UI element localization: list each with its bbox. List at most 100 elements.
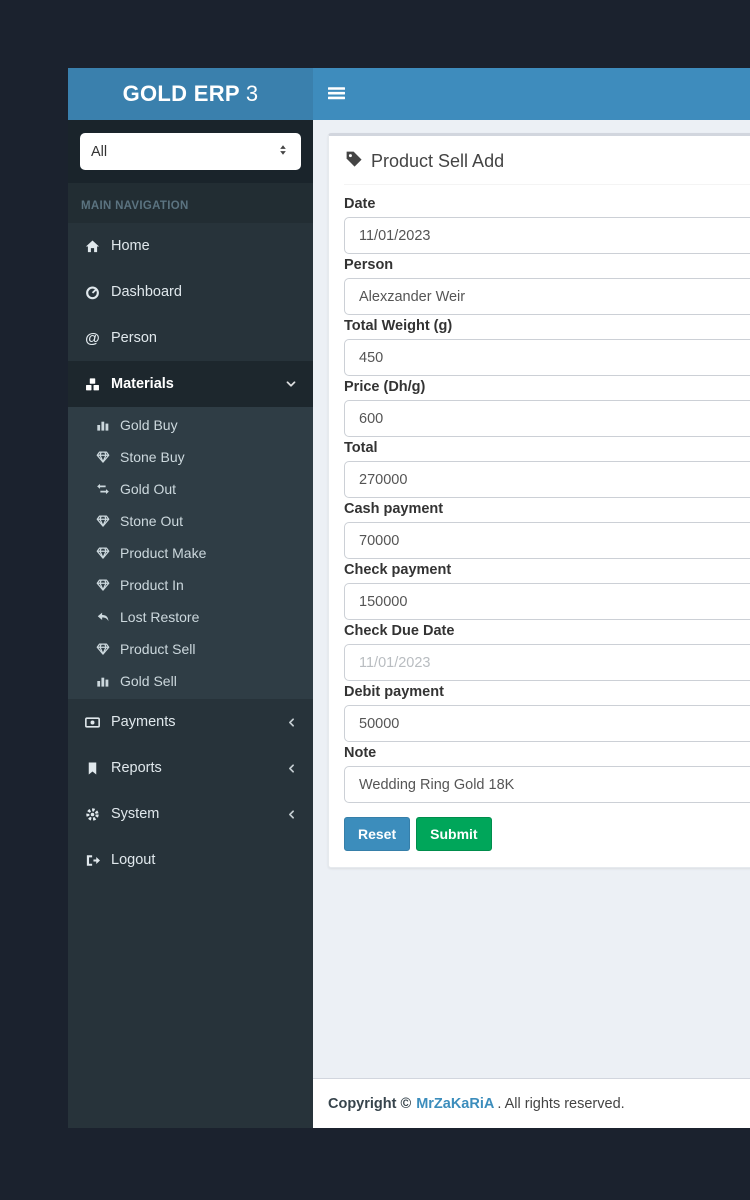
card-header: Product Sell Add — [344, 136, 750, 185]
check-payment-label: Check payment — [344, 562, 750, 578]
sidebar-subitem-label: Stone Out — [120, 513, 183, 529]
price-input[interactable] — [344, 400, 750, 437]
sidebar-subitem-gold-out[interactable]: Gold Out — [68, 473, 313, 505]
total-input[interactable] — [344, 461, 750, 498]
sidebar-item-reports[interactable]: Reports — [68, 745, 313, 791]
category-select[interactable]: All — [80, 133, 301, 170]
person-input[interactable] — [344, 278, 750, 315]
rights-text: . All rights reserved. — [497, 1096, 624, 1112]
sidebar-item-label: Materials — [111, 376, 174, 392]
gear-icon — [83, 807, 102, 822]
form-group-note: Note — [344, 745, 750, 803]
sidebar-item-dashboard[interactable]: Dashboard — [68, 269, 313, 315]
check-due-date-label: Check Due Date — [344, 623, 750, 639]
sidebar-item-logout[interactable]: Logout — [68, 837, 313, 883]
form-group-check-payment: Check payment — [344, 562, 750, 620]
gem-icon — [94, 642, 112, 656]
check-due-date-input[interactable] — [344, 644, 750, 681]
sidebar-subitem-product-sell[interactable]: Product Sell — [68, 633, 313, 665]
up-down-spinner-icon — [276, 142, 290, 162]
sidebar-subitem-product-in[interactable]: Product In — [68, 569, 313, 601]
chevron-left-icon — [285, 808, 298, 821]
sidebar-item-label: Logout — [111, 852, 155, 868]
sidebar-subitem-label: Lost Restore — [120, 609, 199, 625]
materials-submenu: Gold Buy Stone Buy Gold Out — [68, 407, 313, 699]
debit-payment-input[interactable] — [344, 705, 750, 742]
note-input[interactable] — [344, 766, 750, 803]
cash-payment-label: Cash payment — [344, 501, 750, 517]
sidebar-subitem-gold-buy[interactable]: Gold Buy — [68, 409, 313, 441]
person-label: Person — [344, 257, 750, 273]
page-title: Product Sell Add — [371, 151, 504, 172]
author-link[interactable]: MrZaKaRiA — [416, 1096, 494, 1112]
reply-icon — [94, 610, 112, 624]
total-label: Total — [344, 440, 750, 456]
sidebar-item-materials[interactable]: Materials — [68, 361, 313, 407]
page-footer: Copyright © MrZaKaRiA . All rights reser… — [313, 1078, 750, 1128]
form-group-cash-payment: Cash payment — [344, 501, 750, 559]
check-payment-input[interactable] — [344, 583, 750, 620]
sidebar-subitem-product-make[interactable]: Product Make — [68, 537, 313, 569]
chevron-down-icon — [284, 377, 298, 391]
chart-bar-icon — [94, 674, 112, 688]
sidebar-subitem-lost-restore[interactable]: Lost Restore — [68, 601, 313, 633]
sidebar-subitem-label: Stone Buy — [120, 449, 185, 465]
form-group-person: Person — [344, 257, 750, 315]
debit-payment-label: Debit payment — [344, 684, 750, 700]
sidebar-item-system[interactable]: System — [68, 791, 313, 837]
sidebar-section-label: MAIN NAVIGATION — [68, 183, 313, 223]
gem-icon — [94, 546, 112, 560]
sidebar-item-home[interactable]: Home — [68, 223, 313, 269]
exchange-icon — [94, 482, 112, 496]
app-logo[interactable]: GOLD ERP 3 — [68, 68, 313, 120]
at-icon: @ — [83, 331, 102, 346]
submit-button[interactable]: Submit — [416, 817, 491, 851]
sidebar-subitem-label: Product In — [120, 577, 184, 593]
content-area: Product Sell Add Date Person Total We — [313, 120, 750, 1078]
sidebar-item-label: System — [111, 806, 159, 822]
sidebar-item-label: Dashboard — [111, 284, 182, 300]
gem-icon — [94, 514, 112, 528]
sidebar: All MAIN NAVIGATION Home Dashboard — [68, 120, 313, 1128]
sign-out-icon — [83, 853, 102, 868]
bookmark-icon — [83, 761, 102, 776]
sidebar-subitem-stone-buy[interactable]: Stone Buy — [68, 441, 313, 473]
date-input[interactable] — [344, 217, 750, 254]
price-label: Price (Dh/g) — [344, 379, 750, 395]
home-icon — [83, 239, 102, 254]
gem-icon — [94, 578, 112, 592]
note-label: Note — [344, 745, 750, 761]
logo-title: GOLD ERP — [123, 81, 240, 107]
sidebar-filter-strip: All — [68, 120, 313, 183]
app-window: GOLD ERP 3 All — [68, 68, 750, 1128]
reset-button[interactable]: Reset — [344, 817, 410, 851]
sidebar-item-payments[interactable]: Payments — [68, 699, 313, 745]
form-group-price: Price (Dh/g) — [344, 379, 750, 437]
sidebar-item-person[interactable]: @ Person — [68, 315, 313, 361]
product-sell-form: Date Person Total Weight (g) Pri — [344, 185, 750, 851]
tag-icon — [344, 149, 363, 173]
cubes-icon — [83, 377, 102, 392]
sidebar-item-label: Payments — [111, 714, 175, 730]
chevron-left-icon — [285, 762, 298, 775]
date-label: Date — [344, 196, 750, 212]
total-weight-label: Total Weight (g) — [344, 318, 750, 334]
sidebar-item-label: Home — [111, 238, 150, 254]
sidebar-subitem-label: Product Make — [120, 545, 206, 561]
form-group-total: Total — [344, 440, 750, 498]
sidebar-subitem-gold-sell[interactable]: Gold Sell — [68, 665, 313, 697]
chevron-left-icon — [285, 716, 298, 729]
gem-icon — [94, 450, 112, 464]
chart-bar-icon — [94, 418, 112, 432]
money-bill-icon — [83, 715, 102, 730]
top-navbar — [313, 68, 750, 120]
sidebar-subitem-label: Gold Sell — [120, 673, 177, 689]
app-header: GOLD ERP 3 — [68, 68, 750, 120]
cash-payment-input[interactable] — [344, 522, 750, 559]
sidebar-toggle-button[interactable] — [328, 77, 362, 111]
total-weight-input[interactable] — [344, 339, 750, 376]
logo-version: 3 — [246, 81, 259, 107]
sidebar-subitem-stone-out[interactable]: Stone Out — [68, 505, 313, 537]
sidebar-subitem-label: Gold Buy — [120, 417, 178, 433]
gauge-icon — [83, 285, 102, 300]
